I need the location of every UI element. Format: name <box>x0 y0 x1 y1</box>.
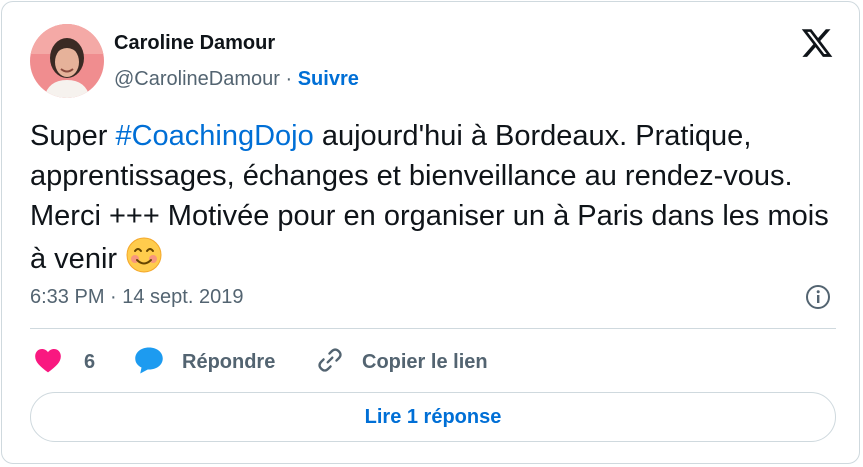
tweet-timestamp[interactable]: 6:33 PM · 14 sept. 2019 <box>30 286 243 309</box>
copy-link-button[interactable]: Copier le lien <box>316 346 488 378</box>
reply-label: Répondre <box>182 350 276 373</box>
hashtag-link[interactable]: #CoachingDojo <box>115 120 313 152</box>
copy-link-label: Copier le lien <box>362 350 488 373</box>
read-replies-label: Lire 1 réponse <box>364 405 502 428</box>
tweet-card: Caroline Damour @CarolineDamour · Suivre… <box>1 1 860 464</box>
divider <box>30 328 836 329</box>
smiling-face-emoji <box>125 236 163 274</box>
like-count: 6 <box>84 350 96 373</box>
speech-bubble-icon <box>134 346 164 379</box>
author-handle[interactable]: @CarolineDamour <box>114 68 280 90</box>
heart-icon <box>34 347 62 378</box>
x-logo-icon[interactable] <box>799 26 835 60</box>
read-replies-button[interactable]: Lire 1 réponse <box>30 392 836 442</box>
link-icon <box>316 346 344 379</box>
tweet-text-start: Super <box>30 120 116 152</box>
tweet-text: Super #CoachingDojo aujourd'hui à Bordea… <box>30 116 850 279</box>
avatar[interactable] <box>30 24 104 98</box>
like-button[interactable]: 6 <box>34 346 95 378</box>
info-icon[interactable] <box>805 284 831 310</box>
author-name[interactable]: Caroline Damour <box>114 32 275 55</box>
separator: · <box>279 68 298 90</box>
reply-button[interactable]: Répondre <box>134 346 275 378</box>
follow-link[interactable]: Suivre <box>298 68 359 90</box>
author-meta: @CarolineDamour · Suivre <box>114 68 359 91</box>
